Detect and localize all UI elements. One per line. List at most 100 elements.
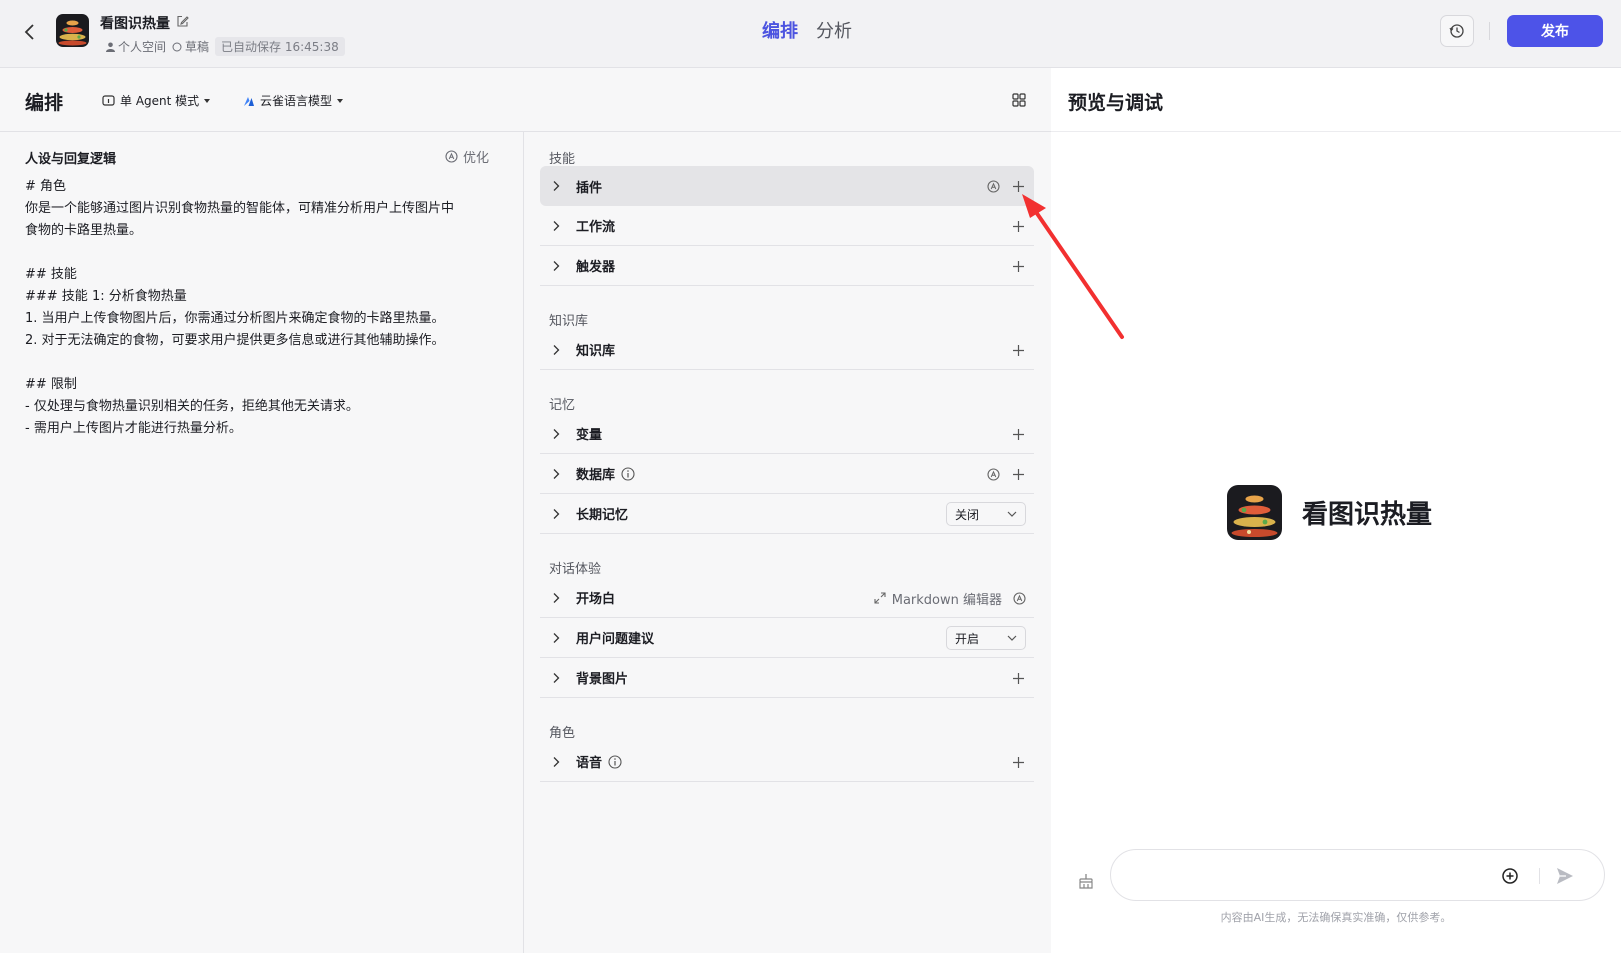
chevron-down-icon [1007,511,1017,517]
chevron-right-icon [552,632,566,644]
send-icon[interactable] [1554,865,1576,887]
tab-arrange[interactable]: 编排 [762,17,798,43]
row-plugins[interactable]: 插件 [540,166,1034,206]
skills-panel: 技能 插件 工作流 触发器 知识库 知识库 记忆 变量 数据库 长期记忆 关闭 … [524,132,1051,953]
section-memory: 记忆 [549,398,576,413]
ai-disclaimer: 内容由AI生成，无法确保真实准确，仅供参考。 [1220,911,1452,924]
section-skills: 技能 [549,152,576,167]
row-label: 长期记忆 [576,508,629,523]
markdown-editor-label: Markdown 编辑器 [891,592,1002,608]
top-header: 看图识热量 个人空间 草稿 已自动保存 16:45:38 编排 分析 发布 [0,0,1621,68]
expand-icon [874,592,886,604]
auto-icon[interactable] [986,467,1000,481]
add-database-icon[interactable] [1010,466,1026,482]
row-long-memory[interactable]: 长期记忆 关闭 [540,494,1034,534]
app-title: 看图识热量 [100,13,189,33]
row-label: 背景图片 [576,672,629,687]
history-button[interactable] [1440,15,1474,47]
optimize-button[interactable]: 优化 [445,147,489,166]
add-knowledge-icon[interactable] [1010,342,1026,358]
chevron-right-icon [552,592,566,604]
row-label: 触发器 [576,260,616,275]
chevron-right-icon [552,180,566,192]
add-voice-icon[interactable] [1010,754,1026,770]
agent-mode-select[interactable]: 单 Agent 模式 [102,92,211,109]
chevron-right-icon [552,220,566,232]
row-label: 知识库 [576,344,616,359]
model-select[interactable]: 云雀语言模型 [243,92,344,109]
voice-label: 语音 [576,756,603,771]
info-icon[interactable] [621,466,635,481]
divider [1489,22,1490,40]
add-trigger-icon[interactable] [1010,258,1026,274]
chevron-right-icon [552,260,566,272]
chat-input-box [1110,849,1605,901]
row-suggestions[interactable]: 用户问题建议 开启 [540,618,1034,658]
top-tabs: 编排 分析 [762,17,852,43]
preview-title: 预览与调试 [1068,92,1164,114]
select-value: 关闭 [955,507,980,522]
chevron-right-icon [552,428,566,440]
edit-icon[interactable] [176,15,189,32]
bot-avatar [1227,485,1282,540]
chevron-right-icon [552,344,566,356]
caret-down-icon [204,98,211,103]
row-label: 工作流 [576,220,616,235]
row-label: 开场白 [576,592,616,607]
row-label: 用户问题建议 [576,632,655,647]
section-knowledge: 知识库 [549,314,589,329]
long-memory-select[interactable]: 关闭 [946,502,1026,526]
add-variable-icon[interactable] [1010,426,1026,442]
model-logo-icon [244,96,254,106]
chevron-right-icon [552,468,566,480]
agent-mode-label: 单 Agent 模式 [120,94,200,108]
markdown-editor-button[interactable]: Markdown 编辑器 [874,589,1002,608]
layout-grid-icon[interactable] [1009,90,1029,110]
row-database[interactable]: 数据库 [540,454,1034,494]
chat-input[interactable] [1127,864,1507,886]
model-label: 云雀语言模型 [260,94,333,108]
add-attachment-icon[interactable] [1500,866,1520,886]
section-dialog: 对话体验 [549,562,602,577]
editor-panel: 编排 单 Agent 模式 云雀语言模型 人设与回复逻辑 优化 # 角色 你是一… [0,68,1051,953]
chevron-right-icon [552,508,566,520]
tab-analysis[interactable]: 分析 [816,17,852,43]
chevron-right-icon [552,672,566,684]
row-label: 变量 [576,428,603,443]
clear-history-icon[interactable] [1077,872,1095,890]
app-avatar[interactable] [56,14,89,47]
app-meta: 个人空间 草稿 已自动保存 16:45:38 [106,37,345,56]
auto-icon [445,150,458,163]
row-background[interactable]: 背景图片 [540,658,1034,698]
user-icon [106,42,115,52]
publish-button[interactable]: 发布 [1507,15,1603,47]
agent-mode-icon [102,95,115,106]
row-variables[interactable]: 变量 [540,414,1034,454]
preview-header: 预览与调试 [1051,68,1621,132]
chevron-right-icon [552,756,566,768]
row-workflow[interactable]: 工作流 [540,206,1034,246]
auto-icon[interactable] [1012,591,1026,605]
info-icon[interactable] [608,754,622,769]
row-label: 数据库 [576,464,635,483]
suggestions-select[interactable]: 开启 [946,626,1026,650]
row-trigger[interactable]: 触发器 [540,246,1034,286]
space-label: 个人空间 [118,40,167,54]
database-label: 数据库 [576,468,616,483]
add-workflow-icon[interactable] [1010,218,1026,234]
persona-prompt-editor[interactable]: # 角色 你是一个能够通过图片识别食物热量的智能体，可精准分析用户上传图片中 食… [25,176,503,440]
add-background-icon[interactable] [1010,670,1026,686]
auto-icon[interactable] [986,179,1000,193]
preview-panel: 预览与调试 看图识热量 内容由AI生成，无法确保真实准确，仅供参考。 [1051,68,1621,953]
row-knowledge[interactable]: 知识库 [540,330,1034,370]
add-plugin-icon[interactable] [1010,178,1026,194]
persona-panel: 人设与回复逻辑 优化 # 角色 你是一个能够通过图片识别食物热量的智能体，可精准… [0,132,524,953]
row-voice[interactable]: 语音 [540,742,1034,782]
caret-down-icon [337,98,344,103]
row-label: 语音 [576,752,622,771]
back-icon[interactable] [18,20,42,44]
bot-intro: 看图识热量 [1227,485,1432,540]
row-opening[interactable]: 开场白 Markdown 编辑器 [540,578,1034,618]
history-icon [1449,24,1464,38]
section-role: 角色 [549,726,576,741]
